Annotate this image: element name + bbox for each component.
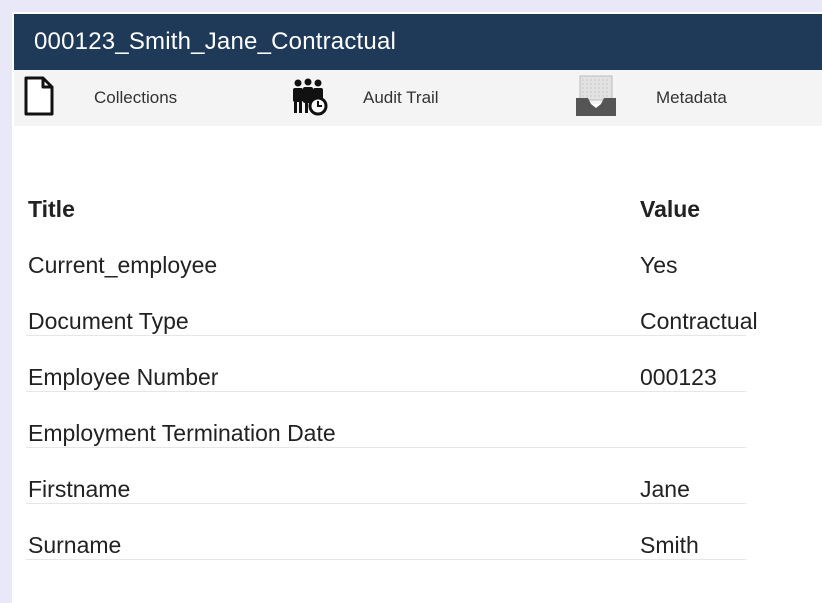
audit-trail-button[interactable]: Audit Trail — [289, 70, 439, 126]
metadata-table: Title Value Current_employee Yes Documen… — [26, 182, 816, 574]
document-title: 000123_Smith_Jane_Contractual — [34, 28, 397, 55]
users-clock-icon — [289, 76, 329, 121]
collections-label: Collections — [94, 88, 178, 107]
metadata-button[interactable]: Metadata — [574, 70, 727, 126]
table-header-row: Title Value — [26, 182, 816, 238]
row-value: 000123 — [640, 364, 717, 390]
row-divider — [26, 559, 746, 560]
inbox-tray-icon — [574, 74, 618, 123]
audit-trail-label: Audit Trail — [363, 88, 439, 107]
row-title: Employment Termination Date — [28, 420, 336, 446]
row-divider — [26, 503, 746, 504]
table-row: Firstname Jane — [26, 462, 816, 518]
toolbar: Collections Audit Trail Metadata — [14, 70, 822, 126]
table-row: Current_employee Yes — [26, 238, 816, 294]
row-title: Employee Number — [28, 364, 219, 390]
table-row: Employment Termination Date — [26, 406, 816, 462]
collections-button[interactable]: Collections — [24, 70, 177, 126]
row-value: Yes — [640, 252, 678, 278]
row-value: Smith — [640, 532, 699, 558]
row-divider — [26, 335, 746, 336]
row-divider — [26, 447, 746, 448]
row-value: Contractual — [640, 308, 758, 334]
table-row: Employee Number 000123 — [26, 350, 816, 406]
row-title: Surname — [28, 532, 122, 558]
row-title: Document Type — [28, 308, 189, 334]
row-value: Jane — [640, 476, 690, 502]
table-row: Surname Smith — [26, 518, 816, 574]
document-panel: 000123_Smith_Jane_Contractual Collection… — [12, 12, 822, 603]
table-row: Document Type Contractual — [26, 294, 816, 350]
row-title: Current_employee — [28, 252, 218, 278]
value-column-header: Value — [640, 196, 701, 222]
metadata-label: Metadata — [656, 88, 727, 107]
title-column-header: Title — [28, 196, 75, 222]
document-title-bar: 000123_Smith_Jane_Contractual — [14, 14, 822, 70]
row-divider — [26, 391, 746, 392]
document-icon — [24, 76, 54, 121]
row-title: Firstname — [28, 476, 131, 502]
